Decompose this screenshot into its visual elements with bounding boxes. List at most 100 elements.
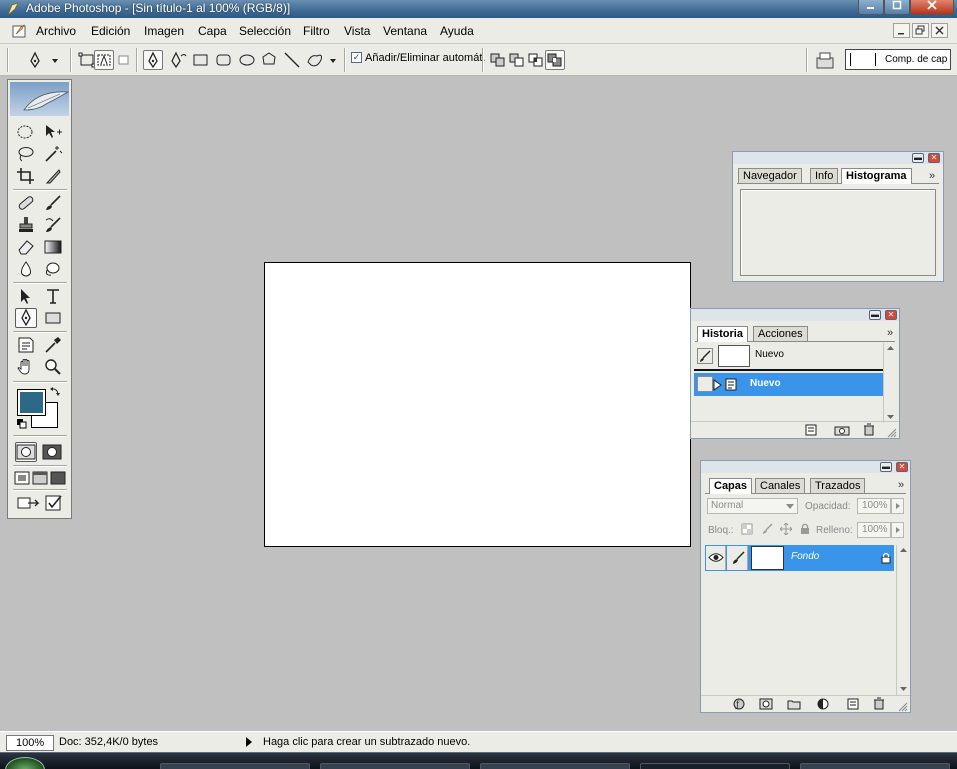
zoom-tool[interactable] — [42, 357, 64, 377]
opacity-field[interactable]: 100% — [857, 498, 891, 514]
intersect-shape-button[interactable] — [526, 50, 546, 70]
shape-tool[interactable] — [42, 308, 64, 328]
folder-icon[interactable] — [787, 698, 801, 710]
healing-brush-tool[interactable] — [15, 193, 37, 213]
palette-minimize-button[interactable]: ▬ — [869, 310, 881, 320]
layer-visibility-toggle[interactable] — [706, 546, 726, 570]
layer-comps-tab[interactable]: Comp. de cap — [885, 54, 947, 65]
line-tool-button[interactable] — [282, 50, 302, 70]
scroll-up-icon[interactable] — [899, 547, 908, 553]
taskbar-item[interactable] — [320, 763, 470, 769]
maximize-button[interactable] — [884, 0, 910, 15]
rectangle-tool-button[interactable] — [191, 50, 211, 70]
type-tool[interactable] — [42, 286, 64, 306]
clone-stamp-tool[interactable] — [15, 215, 37, 235]
paths-button[interactable] — [94, 50, 114, 70]
magic-wand-tool[interactable] — [42, 144, 64, 164]
menu-filtro[interactable]: Filtro — [303, 24, 330, 38]
eyedropper-tool[interactable] — [42, 335, 64, 355]
pen-tool[interactable] — [15, 308, 37, 328]
taskbar-item[interactable] — [640, 763, 790, 769]
taskbar-item[interactable] — [160, 763, 310, 769]
default-colors-icon[interactable] — [16, 418, 28, 430]
layer-mask-icon[interactable] — [759, 698, 773, 710]
lock-position-move-icon[interactable] — [780, 523, 792, 535]
camera-icon[interactable] — [834, 424, 850, 436]
tab-historia[interactable]: Historia — [697, 326, 748, 342]
lock-pixels-brush-icon[interactable] — [762, 523, 774, 535]
palette-titlebar[interactable] — [691, 309, 899, 321]
menu-ventana[interactable]: Ventana — [383, 24, 427, 38]
swap-colors-icon[interactable] — [49, 386, 61, 398]
full-screen-menu-button[interactable] — [31, 468, 49, 488]
palette-minimize-button[interactable]: ▬ — [912, 153, 924, 163]
toolbox-header[interactable] — [10, 82, 70, 116]
palette-close-button[interactable]: ✕ — [896, 462, 908, 472]
history-brush-icon[interactable] — [697, 348, 713, 364]
custom-shape-tool-button[interactable] — [305, 50, 341, 70]
adjustment-layer-icon[interactable] — [816, 698, 830, 710]
menu-imagen[interactable]: Imagen — [144, 24, 184, 38]
menu-ayuda[interactable]: Ayuda — [440, 24, 474, 38]
minimize-button[interactable] — [858, 0, 884, 15]
scroll-down-icon[interactable] — [899, 686, 908, 692]
palette-close-button[interactable]: ✕ — [885, 310, 897, 320]
status-menu-arrow-icon[interactable] — [246, 737, 252, 747]
palette-menu-icon[interactable]: » — [929, 170, 935, 182]
palette-close-button[interactable]: ✕ — [928, 153, 940, 163]
tab-acciones[interactable]: Acciones — [753, 326, 808, 341]
lasso-tool[interactable] — [15, 144, 37, 164]
checkmark-button[interactable] — [43, 493, 65, 513]
auto-add-delete-checkbox[interactable]: ✓ — [351, 52, 362, 63]
exclude-shape-button[interactable] — [545, 50, 565, 70]
history-snapshot-row[interactable]: Nuevo — [694, 344, 884, 367]
menu-seleccion[interactable]: Selección — [239, 24, 291, 38]
history-state-row[interactable]: Nuevo — [694, 373, 884, 396]
menu-archivo[interactable]: Archivo — [36, 24, 76, 38]
blend-mode-select[interactable]: Normal — [707, 498, 798, 514]
start-button[interactable] — [5, 757, 45, 769]
rounded-rectangle-tool-button[interactable] — [214, 50, 234, 70]
taskbar-item[interactable] — [800, 763, 950, 769]
brush-tool[interactable] — [42, 193, 64, 213]
menu-capa[interactable]: Capa — [198, 24, 227, 38]
tab-trazados[interactable]: Trazados — [810, 478, 866, 493]
lock-transparency-icon[interactable] — [741, 523, 753, 535]
palette-menu-icon[interactable]: » — [887, 327, 893, 339]
palette-titlebar[interactable] — [701, 461, 910, 473]
freeform-pen-button[interactable] — [169, 50, 189, 70]
standard-mode-button[interactable] — [15, 442, 37, 462]
hand-tool[interactable] — [15, 357, 37, 377]
new-document-from-state-icon[interactable] — [804, 424, 818, 436]
move-tool[interactable] — [42, 122, 64, 142]
lock-all-icon[interactable] — [799, 523, 811, 535]
tab-canales[interactable]: Canales — [755, 478, 806, 493]
slice-tool[interactable] — [42, 166, 64, 186]
polygon-tool-button[interactable] — [259, 50, 279, 70]
trash-icon[interactable] — [863, 423, 875, 436]
doc-restore-button[interactable] — [912, 23, 929, 38]
pen-tool-button[interactable] — [143, 50, 163, 70]
layer-row-fondo[interactable]: Fondo — [705, 545, 894, 571]
fill-pixels-button[interactable] — [114, 50, 134, 70]
tab-capas[interactable]: Capas — [709, 478, 753, 494]
palette-menu-icon[interactable]: » — [898, 479, 904, 491]
add-to-shape-button[interactable] — [488, 50, 508, 70]
trash-icon[interactable] — [873, 697, 885, 710]
menu-edicion[interactable]: Edición — [91, 24, 130, 38]
tab-histograma[interactable]: Histograma — [841, 168, 912, 184]
new-layer-icon[interactable] — [846, 698, 860, 710]
fill-slider-button[interactable] — [891, 522, 904, 538]
eraser-tool[interactable] — [15, 237, 37, 257]
ellipse-tool-button[interactable] — [237, 50, 257, 70]
dodge-tool[interactable] — [42, 259, 64, 279]
zoom-field[interactable]: 100% — [6, 735, 54, 751]
crop-tool[interactable] — [15, 166, 37, 186]
tool-preset-picker[interactable] — [25, 50, 63, 70]
scroll-down-icon[interactable] — [886, 414, 895, 420]
document-canvas[interactable] — [264, 262, 691, 547]
layer-link-brush-cell[interactable] — [727, 546, 748, 570]
close-button[interactable] — [910, 0, 954, 15]
palette-well[interactable]: Comp. de cap — [845, 49, 951, 70]
notes-tool[interactable] — [15, 335, 37, 355]
